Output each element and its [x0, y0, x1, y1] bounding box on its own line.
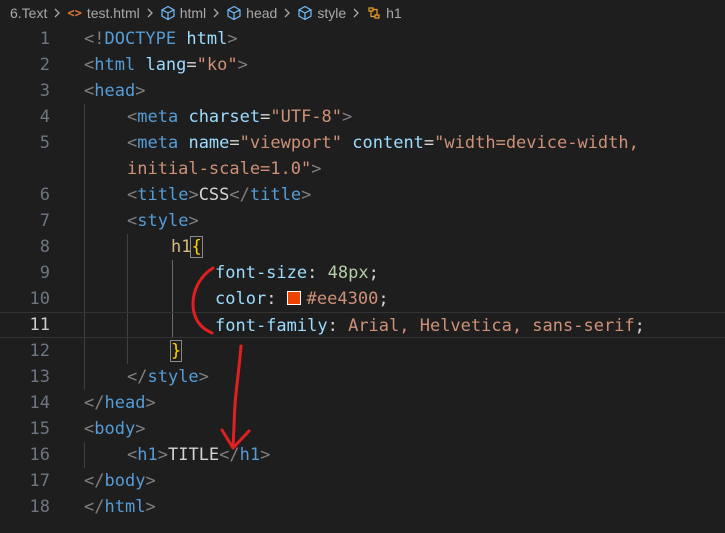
line-number: 3 — [39, 81, 50, 101]
css-selector-icon — [366, 5, 382, 21]
line-number: 17 — [29, 471, 50, 491]
line-number: 10 — [29, 289, 50, 309]
element-icon — [160, 5, 176, 21]
line-number: 4 — [39, 107, 50, 127]
matching-bracket: { — [190, 236, 203, 258]
code-line[interactable]: 12 } — [0, 338, 725, 364]
code-text: </style> — [127, 367, 209, 387]
code-line-wrapped[interactable]: initial-scale=1.0"> — [0, 156, 725, 182]
code-line[interactable]: 18 </html> — [0, 494, 725, 520]
html-file-icon: <> — [67, 6, 82, 20]
line-number: 5 — [39, 133, 50, 153]
breadcrumb-item-file[interactable]: <> test.html — [67, 0, 139, 26]
line-number: 8 — [39, 237, 50, 257]
breadcrumb-item-style[interactable]: style — [297, 0, 346, 26]
code-text: </html> — [84, 497, 156, 517]
line-number: 1 — [39, 29, 50, 49]
code-line[interactable]: 2 <html lang="ko"> — [0, 52, 725, 78]
code-line[interactable]: 15 <body> — [0, 416, 725, 442]
line-number: 7 — [39, 211, 50, 231]
line-number: 16 — [29, 445, 50, 465]
breadcrumb-label: head — [246, 5, 278, 21]
code-text: h1{ — [171, 236, 203, 258]
code-text: <body> — [84, 419, 146, 439]
chevron-right-icon — [140, 8, 160, 18]
code-text: <title>CSS</title> — [127, 185, 312, 205]
chevron-right-icon — [206, 8, 226, 18]
code-text: </body> — [84, 471, 156, 491]
code-line[interactable]: 10 color: #ee4300; — [0, 286, 725, 312]
code-text: </head> — [84, 393, 156, 413]
code-editor[interactable]: 1 <!DOCTYPE html> 2 <html lang="ko"> 3 <… — [0, 26, 725, 533]
code-line[interactable]: 14 </head> — [0, 390, 725, 416]
code-text: initial-scale=1.0"> — [127, 159, 322, 179]
code-line-current[interactable]: 11 font-family: Arial, Helvetica, sans-s… — [0, 312, 725, 338]
breadcrumb-item-h1[interactable]: h1 — [366, 0, 402, 26]
element-icon — [297, 5, 313, 21]
breadcrumb-item-html[interactable]: html — [160, 0, 206, 26]
line-number: 14 — [29, 393, 50, 413]
line-number: 11 — [29, 315, 50, 335]
code-line[interactable]: 5 <meta name="viewport" content="width=d… — [0, 130, 725, 156]
code-text: font-size: 48px; — [215, 263, 379, 283]
matching-bracket: } — [169, 340, 183, 362]
code-line[interactable]: 8 h1{ — [0, 234, 725, 260]
code-line[interactable]: 17 </body> — [0, 468, 725, 494]
code-line[interactable]: 13 </style> — [0, 364, 725, 390]
code-line[interactable]: 16 <h1>TITLE</h1> — [0, 442, 725, 468]
element-icon — [226, 5, 242, 21]
line-number: 15 — [29, 419, 50, 439]
code-line[interactable]: 3 <head> — [0, 78, 725, 104]
code-text: <h1>TITLE</h1> — [127, 445, 271, 465]
chevron-right-icon — [277, 8, 297, 18]
chevron-right-icon — [47, 8, 67, 18]
line-number: 6 — [39, 185, 50, 205]
breadcrumb-item-folder[interactable]: 6.Text — [10, 0, 47, 26]
code-text: <!DOCTYPE html> — [84, 29, 238, 49]
color-swatch[interactable] — [286, 291, 301, 305]
line-number: 2 — [39, 55, 50, 75]
code-text: color: #ee4300; — [215, 289, 389, 309]
code-text: <meta name="viewport" content="width=dev… — [127, 133, 639, 153]
code-line[interactable]: 7 <style> — [0, 208, 725, 234]
breadcrumb-label: h1 — [386, 5, 402, 21]
chevron-right-icon — [346, 8, 366, 18]
line-number: 12 — [29, 341, 50, 361]
code-text: font-family: Arial, Helvetica, sans-seri… — [215, 316, 645, 336]
code-text: <head> — [84, 81, 146, 101]
breadcrumb-label: style — [317, 5, 347, 21]
code-line[interactable]: 9 font-size: 48px; — [0, 260, 725, 286]
breadcrumb-label: test.html — [86, 5, 140, 21]
code-text: <html lang="ko"> — [84, 55, 248, 75]
line-number: 13 — [29, 367, 50, 387]
code-text: <style> — [127, 211, 199, 231]
line-number: 18 — [29, 497, 50, 517]
code-line[interactable]: 4 <meta charset="UTF-8"> — [0, 104, 725, 130]
code-line[interactable]: 6 <title>CSS</title> — [0, 182, 725, 208]
breadcrumb: 6.Text <> test.html html head style h1 — [0, 0, 725, 26]
code-text: } — [169, 338, 183, 364]
code-text: <meta charset="UTF-8"> — [127, 107, 353, 127]
code-line[interactable]: 1 <!DOCTYPE html> — [0, 26, 725, 52]
line-number: 9 — [39, 263, 50, 283]
breadcrumb-label: 6.Text — [10, 5, 48, 21]
breadcrumb-item-head[interactable]: head — [226, 0, 277, 26]
breadcrumb-label: html — [179, 5, 207, 21]
